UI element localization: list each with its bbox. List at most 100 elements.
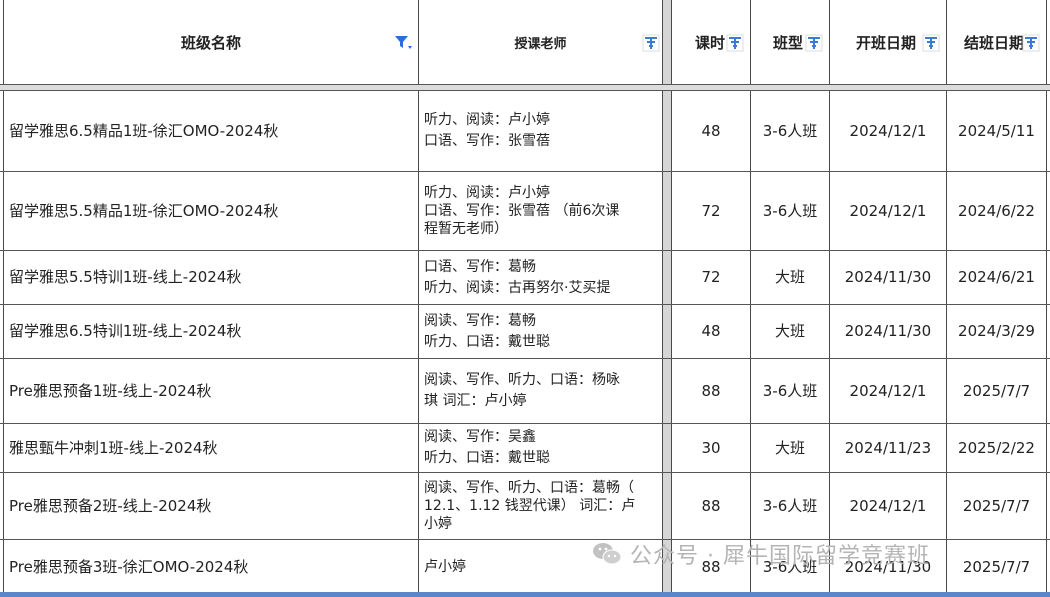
cell-teacher-text: 听力、阅读：卢小婷 口语、写作：张雪蓓 — [424, 112, 550, 149]
cell-class-name-text: Pre雅思预备1班-线上-2024秋 — [9, 381, 212, 400]
watermark: 公众号 · 犀牛国际留学竞赛班 — [592, 536, 930, 572]
cell-end-date-text: 2024/3/29 — [958, 322, 1035, 340]
cell-class-name[interactable]: 留学雅思6.5精品1班-徐汇OMO-2024秋 — [4, 91, 418, 171]
filter-icon[interactable] — [922, 34, 940, 52]
cell-start-date-text: 2024/12/1 — [849, 381, 927, 400]
cell-hours-text: 88 — [701, 496, 721, 515]
cell-class-name-text: 雅思甄牛冲刺1班-线上-2024秋 — [9, 438, 218, 457]
cell-end-date[interactable]: 2024/6/21 — [947, 251, 1046, 304]
cell-class-type-text: 大班 — [774, 268, 805, 286]
cell-end-date-text: 2025/7/7 — [962, 381, 1031, 400]
cell-hours[interactable]: 30 — [672, 424, 750, 472]
cell-class-name[interactable]: 留学雅思5.5精品1班-徐汇OMO-2024秋 — [4, 172, 418, 250]
cell-start-date-text: 2024/11/30 — [844, 268, 932, 286]
cell-teacher-text: 阅读、写作：吴鑫 听力、口语：戴世聪 — [424, 429, 550, 466]
cell-class-name[interactable]: 留学雅思5.5特训1班-线上-2024秋 — [4, 251, 418, 304]
cell-hours-text: 88 — [701, 381, 721, 400]
header-teacher[interactable]: 授课老师 — [419, 0, 662, 84]
filter-active-icon[interactable] — [394, 34, 412, 52]
cell-start-date[interactable]: 2024/12/1 — [830, 359, 946, 423]
cell-start-date-text: 2024/12/1 — [849, 121, 927, 140]
cell-end-date-text: 2024/6/21 — [958, 268, 1035, 286]
cell-class-type-text: 3-6人班 — [762, 121, 818, 140]
cell-end-date[interactable]: 2025/7/7 — [947, 359, 1046, 423]
cell-hours-text: 72 — [701, 201, 721, 220]
cell-hours[interactable]: 88 — [672, 473, 750, 539]
cell-class-type[interactable]: 大班 — [751, 251, 829, 304]
watermark-text: 公众号 · 犀牛国际留学竞赛班 — [630, 544, 930, 569]
cell-end-date[interactable]: 2025/7/7 — [947, 473, 1046, 539]
cell-teacher-text: 听力、阅读：卢小婷 口语、写作：张雪蓓 （前6次课 程暂无老师） — [424, 185, 620, 237]
wechat-logo-icon — [592, 541, 622, 567]
cell-class-name[interactable]: 雅思甄牛冲刺1班-线上-2024秋 — [4, 424, 418, 472]
cell-end-date[interactable]: 2024/6/22 — [947, 172, 1046, 250]
cell-start-date[interactable]: 2024/11/23 — [830, 424, 946, 472]
cell-teacher-text: 阅读、写作：葛畅 听力、口语：戴世聪 — [424, 312, 550, 350]
cell-class-type[interactable]: 大班 — [751, 424, 829, 472]
bottom-edge-strip — [0, 592, 1050, 597]
cell-class-type-text: 大班 — [774, 322, 805, 340]
header-class-name[interactable]: 班级名称 — [4, 0, 418, 84]
cell-class-name[interactable]: Pre雅思预备2班-线上-2024秋 — [4, 473, 418, 539]
cell-end-date-text: 2025/7/7 — [962, 496, 1031, 515]
cell-end-date[interactable]: 2024/5/11 — [947, 91, 1046, 171]
cell-hours[interactable]: 88 — [672, 359, 750, 423]
cell-start-date[interactable]: 2024/11/30 — [830, 305, 946, 358]
cell-class-type-text: 3-6人班 — [762, 381, 818, 400]
cell-end-date[interactable]: 2025/2/22 — [947, 424, 1046, 472]
cell-class-type-text: 3-6人班 — [762, 201, 818, 220]
cell-teacher[interactable]: 阅读、写作、听力、口语：葛畅（ 12.1、1.12 钱翌代课） 词汇：卢 小婷 — [419, 473, 662, 539]
cell-class-name-text: 留学雅思6.5特训1班-线上-2024秋 — [9, 322, 242, 340]
spreadsheet-view: 班级名称 授课老师 课时 班型 开班日期 结班日期 留学雅思6.5精品1班-徐汇… — [0, 0, 1050, 597]
filter-icon[interactable] — [805, 34, 823, 52]
filter-icon[interactable] — [642, 34, 660, 52]
cell-end-date-text: 2025/2/22 — [958, 438, 1035, 457]
cell-start-date[interactable]: 2024/12/1 — [830, 473, 946, 539]
header-label: 结班日期 — [964, 33, 1025, 52]
cell-start-date-text: 2024/12/1 — [849, 496, 927, 515]
cell-end-date-text: 2024/5/11 — [958, 121, 1035, 140]
cell-teacher-text: 口语、写作：葛畅 听力、阅读：古再努尔·艾买提 — [424, 258, 611, 296]
cell-teacher[interactable]: 阅读、写作：吴鑫 听力、口语：戴世聪 — [419, 424, 662, 472]
cell-start-date[interactable]: 2024/12/1 — [830, 91, 946, 171]
cell-hours-text: 48 — [701, 121, 721, 140]
cell-end-date-text: 2025/7/7 — [962, 558, 1031, 576]
header-label: 授课老师 — [514, 36, 567, 52]
cell-hours[interactable]: 72 — [672, 251, 750, 304]
cell-start-date[interactable]: 2024/11/30 — [830, 251, 946, 304]
cell-end-date[interactable]: 2025/7/7 — [947, 540, 1046, 595]
cell-end-date[interactable]: 2024/3/29 — [947, 305, 1046, 358]
cell-class-type[interactable]: 大班 — [751, 305, 829, 358]
cell-hours[interactable]: 72 — [672, 172, 750, 250]
header-label: 班型 — [773, 33, 804, 52]
cell-hours[interactable]: 48 — [672, 305, 750, 358]
cell-class-type-text: 3-6人班 — [762, 496, 818, 515]
cell-class-name-text: 留学雅思6.5精品1班-徐汇OMO-2024秋 — [9, 121, 279, 140]
cell-hours-text: 48 — [701, 322, 721, 340]
cell-teacher-text: 阅读、写作、听力、口语：杨咏 琪 词汇：卢小婷 — [424, 372, 620, 409]
cell-hours[interactable]: 48 — [672, 91, 750, 171]
cell-teacher[interactable]: 听力、阅读：卢小婷 口语、写作：张雪蓓 （前6次课 程暂无老师） — [419, 172, 662, 250]
cell-end-date-text: 2024/6/22 — [958, 201, 1035, 220]
cell-hours-text: 30 — [701, 438, 721, 457]
cell-start-date[interactable]: 2024/12/1 — [830, 172, 946, 250]
cell-start-date-text: 2024/11/23 — [844, 438, 932, 457]
cell-class-name[interactable]: 留学雅思6.5特训1班-线上-2024秋 — [4, 305, 418, 358]
cell-class-type[interactable]: 3-6人班 — [751, 91, 829, 171]
filter-icon[interactable] — [1022, 34, 1040, 52]
cell-teacher[interactable]: 口语、写作：葛畅 听力、阅读：古再努尔·艾买提 — [419, 251, 662, 304]
header-label: 班级名称 — [180, 33, 241, 52]
cell-teacher-text: 阅读、写作、听力、口语：葛畅（ 12.1、1.12 钱翌代课） 词汇：卢 小婷 — [424, 480, 636, 532]
cell-class-name-text: Pre雅思预备2班-线上-2024秋 — [9, 496, 212, 515]
cell-teacher[interactable]: 阅读、写作：葛畅 听力、口语：戴世聪 — [419, 305, 662, 358]
filter-icon[interactable] — [726, 34, 744, 52]
cell-teacher[interactable]: 听力、阅读：卢小婷 口语、写作：张雪蓓 — [419, 91, 662, 171]
cell-teacher[interactable]: 阅读、写作、听力、口语：杨咏 琪 词汇：卢小婷 — [419, 359, 662, 423]
cell-class-name[interactable]: Pre雅思预备1班-线上-2024秋 — [4, 359, 418, 423]
cell-class-name-text: 留学雅思5.5精品1班-徐汇OMO-2024秋 — [9, 201, 279, 220]
cell-class-type[interactable]: 3-6人班 — [751, 172, 829, 250]
cell-class-type[interactable]: 3-6人班 — [751, 359, 829, 423]
cell-class-name-text: 留学雅思5.5特训1班-线上-2024秋 — [9, 268, 242, 286]
cell-class-name[interactable]: Pre雅思预备3班-徐汇OMO-2024秋 — [4, 540, 418, 595]
cell-class-type[interactable]: 3-6人班 — [751, 473, 829, 539]
